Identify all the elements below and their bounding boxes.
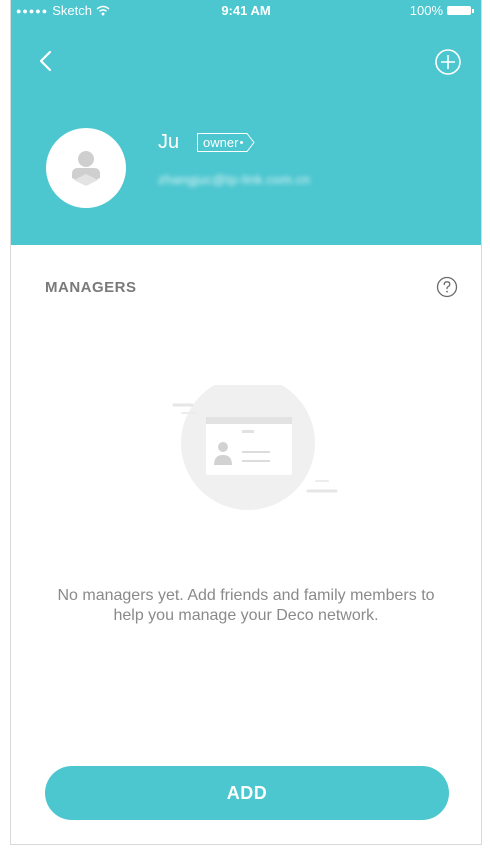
battery-percent: 100% (409, 3, 443, 18)
plus-circle-icon (435, 49, 461, 75)
empty-state-illustration (166, 376, 346, 525)
tag-dot-icon (240, 141, 244, 144)
user-email: zhangjuc@tp-link.com.cn (158, 172, 311, 187)
managers-section-title: MANAGERS (45, 279, 137, 296)
id-card-icon (172, 376, 338, 510)
battery-icon (447, 6, 474, 15)
user-name: Ju (158, 131, 180, 153)
help-button[interactable] (436, 276, 458, 298)
app-screen: ●●●●● Sketch 9:41 AM 100% Ju owner zhang… (10, 0, 482, 845)
tag-arrow-icon (245, 133, 256, 152)
status-bar: ●●●●● Sketch 9:41 AM 100% (11, 0, 481, 22)
chevron-left-icon (39, 50, 52, 72)
role-badge: owner (197, 133, 256, 152)
question-circle-icon (436, 276, 458, 298)
back-button[interactable] (31, 46, 61, 76)
avatar (46, 128, 126, 208)
user-avatar-icon (72, 151, 100, 186)
status-right: 100% (409, 3, 474, 18)
role-label: owner (203, 135, 239, 150)
add-manager-top-button[interactable] (433, 47, 463, 77)
add-manager-button[interactable]: ADD (45, 766, 449, 820)
empty-state-message: No managers yet. Add friends and family … (57, 587, 435, 624)
profile-header: ●●●●● Sketch 9:41 AM 100% Ju owner zhang… (11, 0, 481, 245)
